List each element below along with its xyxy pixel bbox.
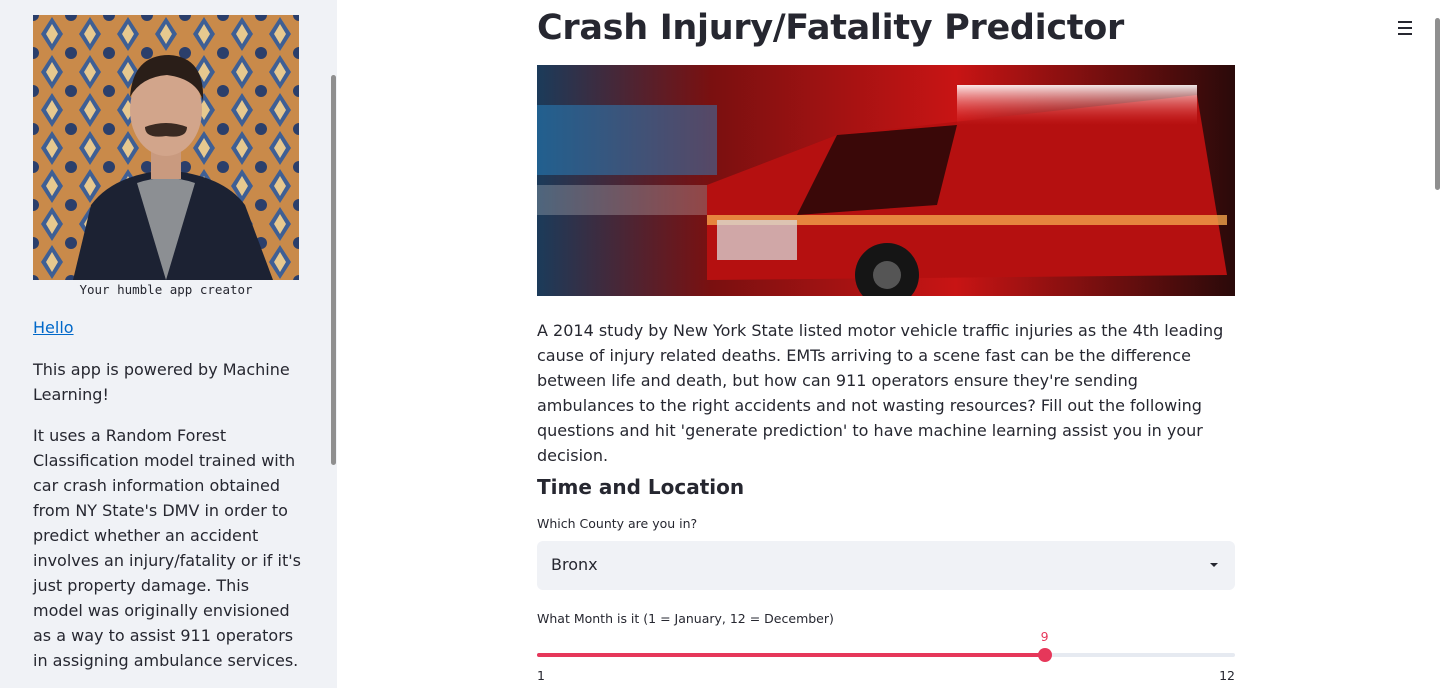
slider-current-value: 9 [1040, 629, 1049, 644]
page-title: Crash Injury/Fatality Predictor [537, 8, 1124, 48]
ambulance-image [537, 65, 1235, 296]
sidebar: Your humble app creator Hello This app i… [0, 0, 337, 688]
slider-min-label: 1 [537, 668, 545, 683]
section-title-time-location: Time and Location [537, 475, 745, 499]
photo-caption: Your humble app creator [79, 282, 253, 297]
slider-thumb[interactable] [1037, 648, 1052, 662]
intro-paragraph: A 2014 study by New York State listed mo… [537, 321, 1224, 465]
hello-link[interactable]: Hello [33, 318, 74, 337]
sidebar-paragraph: This app is powered by Machine Learning! [33, 360, 290, 404]
hamburger-menu-icon[interactable] [1394, 18, 1416, 38]
slider-fill [537, 653, 1045, 657]
creator-photo [33, 15, 299, 280]
main-scrollbar[interactable] [1435, 18, 1440, 190]
slider-max-label: 12 [1219, 668, 1235, 683]
county-select[interactable]: Bronx [537, 541, 1235, 590]
sidebar-scrollbar[interactable] [331, 75, 336, 465]
dropdown-caret-icon [1210, 563, 1218, 567]
month-slider[interactable]: 9 1 12 [537, 628, 1235, 686]
sidebar-paragraph: It uses a Random Forest Classification m… [33, 426, 301, 670]
month-label: What Month is it (1 = January, 12 = Dece… [537, 611, 834, 626]
county-select-value: Bronx [551, 555, 598, 574]
county-label: Which County are you in? [537, 516, 698, 531]
